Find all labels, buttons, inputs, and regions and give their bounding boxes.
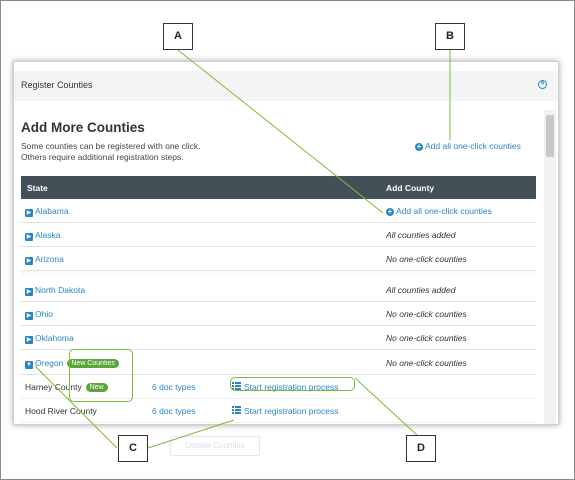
callout-d: D [406,435,436,462]
callout-b: B [435,23,465,50]
callout-a: A [163,23,193,50]
callout-c: C [118,435,148,462]
callout-lines [34,49,451,449]
